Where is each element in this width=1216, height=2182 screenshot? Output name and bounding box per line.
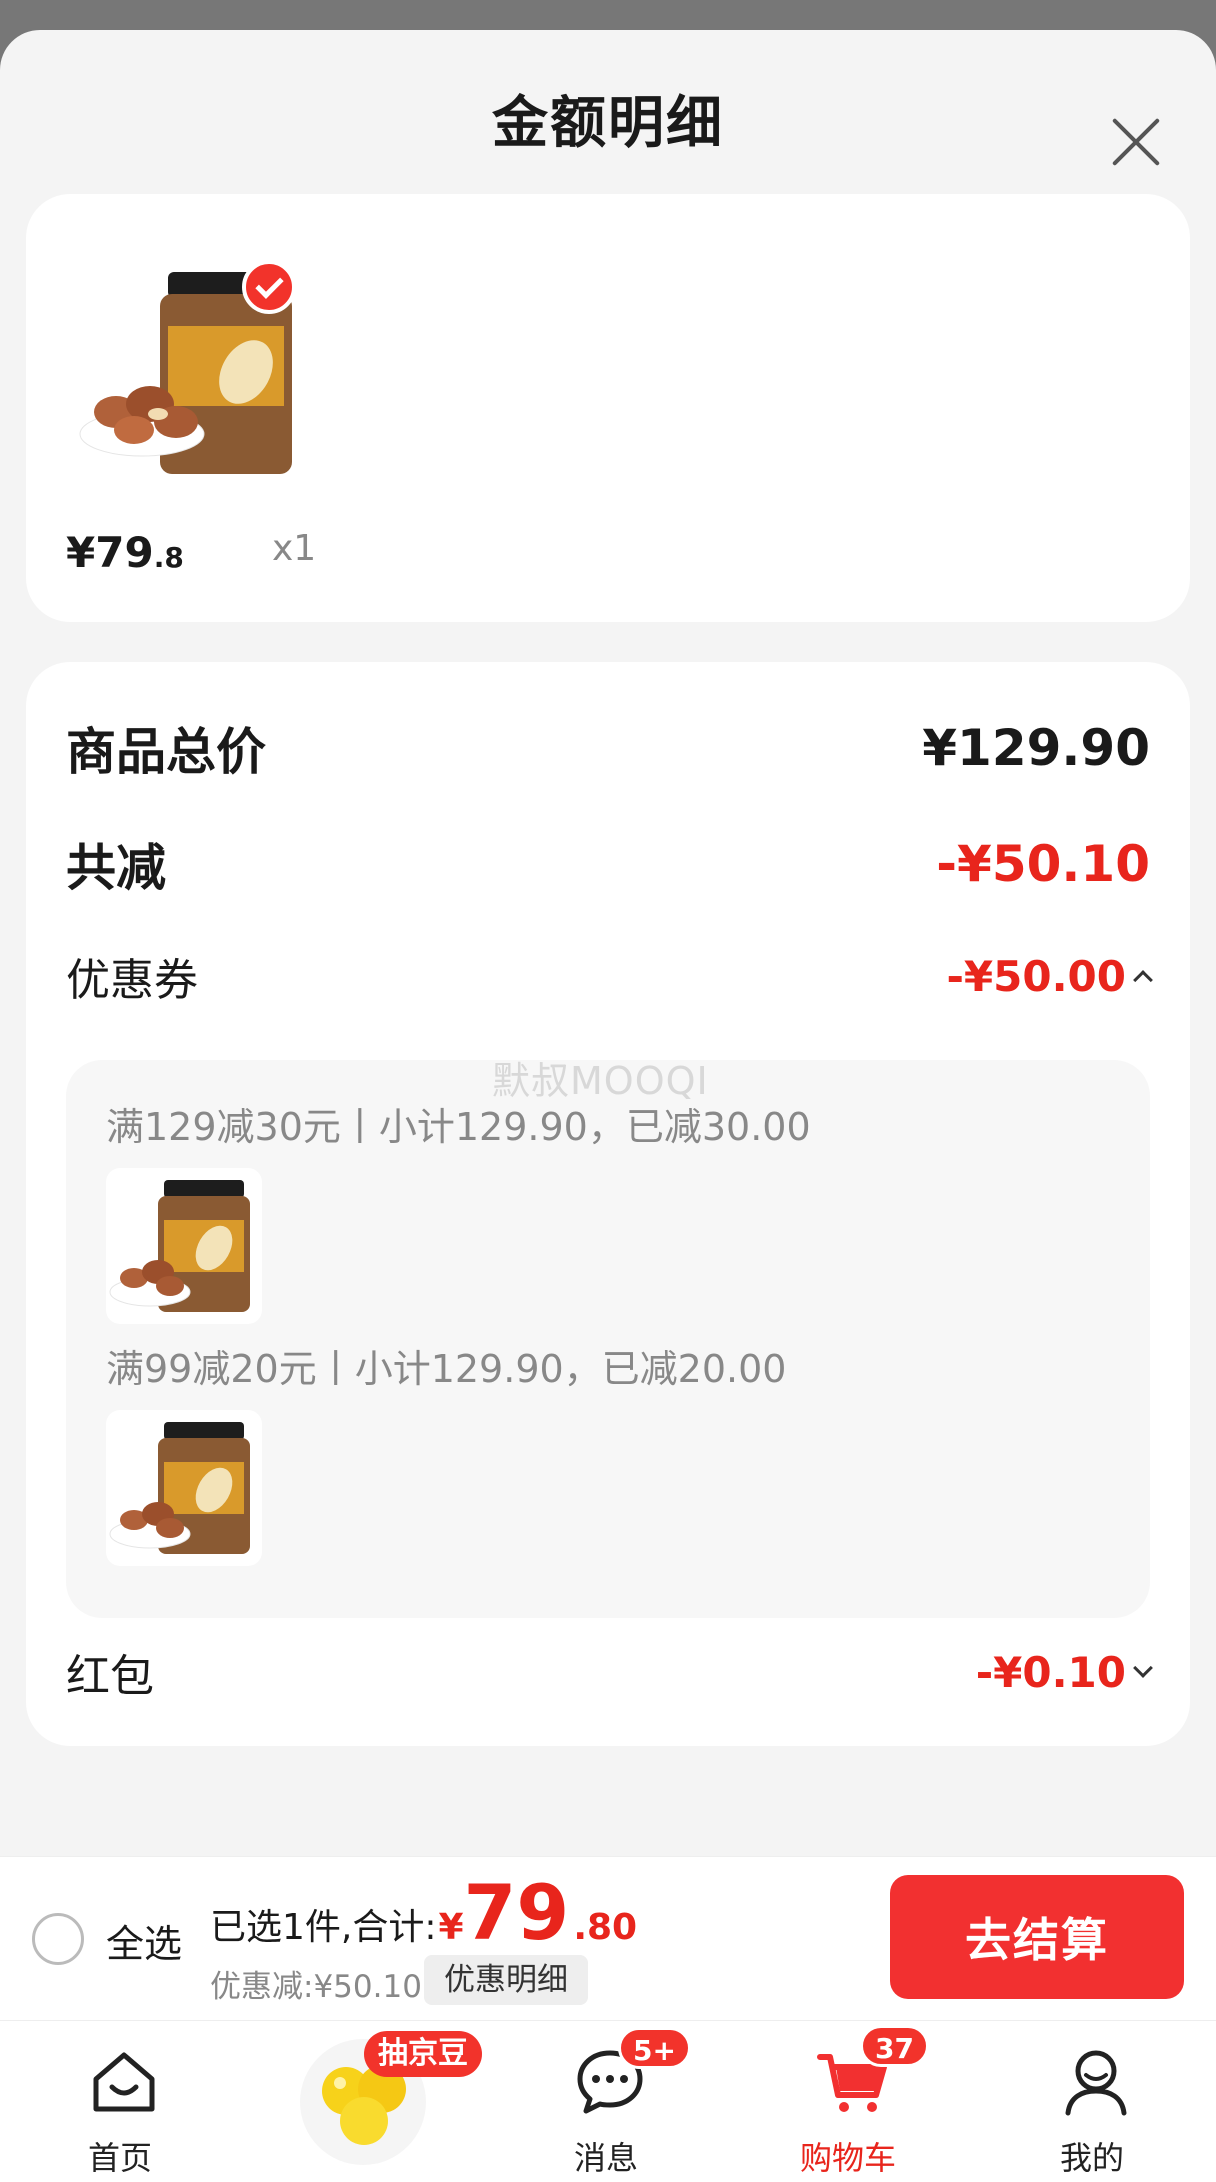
tab-cart-label: 购物车	[799, 2139, 896, 2177]
red-packet-value-toggle[interactable]: -¥0.10	[975, 1647, 1153, 1697]
coupon-detail-box: 满129减30元丨小计129.90，已减30.00 满99减20元丨小计129.…	[66, 1060, 1150, 1618]
cart-badge: 37	[860, 2025, 929, 2067]
chevron-down-icon[interactable]	[1133, 1658, 1153, 1678]
coupon-row[interactable]: 优惠券 -¥50.00	[66, 944, 1153, 1008]
chevron-up-icon[interactable]	[1133, 970, 1153, 990]
total-price-value: ¥129.90	[922, 719, 1150, 777]
product-price: ¥79.8	[66, 528, 184, 577]
total-price-label: 商品总价	[66, 723, 266, 781]
sheet-title: 金额明细	[492, 91, 724, 156]
tab-home-label: 首页	[87, 2139, 152, 2177]
select-all-radio[interactable]	[32, 1913, 84, 1965]
jd-bean-badge[interactable]: 抽京豆	[364, 2031, 482, 2077]
sum-amount-int: 79	[463, 1868, 570, 1957]
tab-cart[interactable]: 购物车 37	[748, 2021, 948, 2182]
tab-profile[interactable]: 我的	[992, 2021, 1192, 2182]
bottom-tab-bar: 首页 抽京豆 消息 5+ 购物车 37 我的	[0, 2020, 1216, 2182]
coupon-label: 优惠券	[66, 955, 198, 1006]
home-icon	[93, 2052, 155, 2112]
close-icon[interactable]	[1104, 110, 1168, 174]
tab-messages-label: 消息	[573, 2139, 638, 2177]
sum-label: 已选1件,合计:	[210, 1907, 437, 1948]
coupon-value: -¥50.00	[946, 951, 1126, 1001]
sum-line: 已选1件,合计: ¥ 79 .80	[210, 1875, 637, 1951]
total-reduce-value: -¥50.10	[936, 835, 1150, 893]
coupon-value-toggle[interactable]: -¥50.00	[946, 951, 1153, 1001]
red-packet-label: 红包	[66, 1651, 154, 1702]
sum-amount-dec: .80	[573, 1907, 638, 1948]
red-packet-row[interactable]: 红包 -¥0.10	[66, 1640, 1153, 1704]
checkout-button[interactable]: 去结算	[890, 1875, 1184, 1999]
checkout-bar: 全选 已选1件,合计: ¥ 79 .80 优惠减:¥50.10 优惠明细 去结算	[0, 1856, 1216, 2020]
watermark-text: 默叔MOOQI	[492, 1059, 709, 1103]
tab-home[interactable]: 首页	[20, 2021, 220, 2182]
price-detail-card: 商品总价 ¥129.90 共减 -¥50.10 优惠券 -¥50.00 满129…	[26, 662, 1190, 1746]
tab-messages[interactable]: 消息 5+	[506, 2021, 706, 2182]
total-reduce-label: 共减	[66, 839, 166, 897]
discount-detail-button[interactable]: 优惠明细	[424, 1955, 588, 2005]
total-reduce-row: 共减 -¥50.10	[66, 828, 1150, 900]
coupon-item-text: 满99减20元丨小计129.90，已减20.00	[106, 1347, 787, 1391]
discount-amount: 优惠减:¥50.10	[210, 1969, 422, 2005]
sum-currency: ¥	[438, 1907, 464, 1948]
red-packet-value: -¥0.10	[975, 1647, 1126, 1697]
profile-icon	[1065, 2050, 1127, 2116]
coupon-product-thumbnail[interactable]	[106, 1168, 262, 1324]
message-badge: 5+	[618, 2027, 691, 2069]
selected-check-icon[interactable]	[242, 260, 296, 314]
total-price-row: 商品总价 ¥129.90	[66, 712, 1150, 784]
tab-profile-label: 我的	[1059, 2139, 1124, 2177]
product-card: ¥79.8 x1	[26, 194, 1190, 622]
product-quantity: x1	[272, 528, 317, 569]
select-all-label[interactable]: 全选	[106, 1913, 182, 1968]
coupon-product-thumbnail[interactable]	[106, 1410, 262, 1566]
